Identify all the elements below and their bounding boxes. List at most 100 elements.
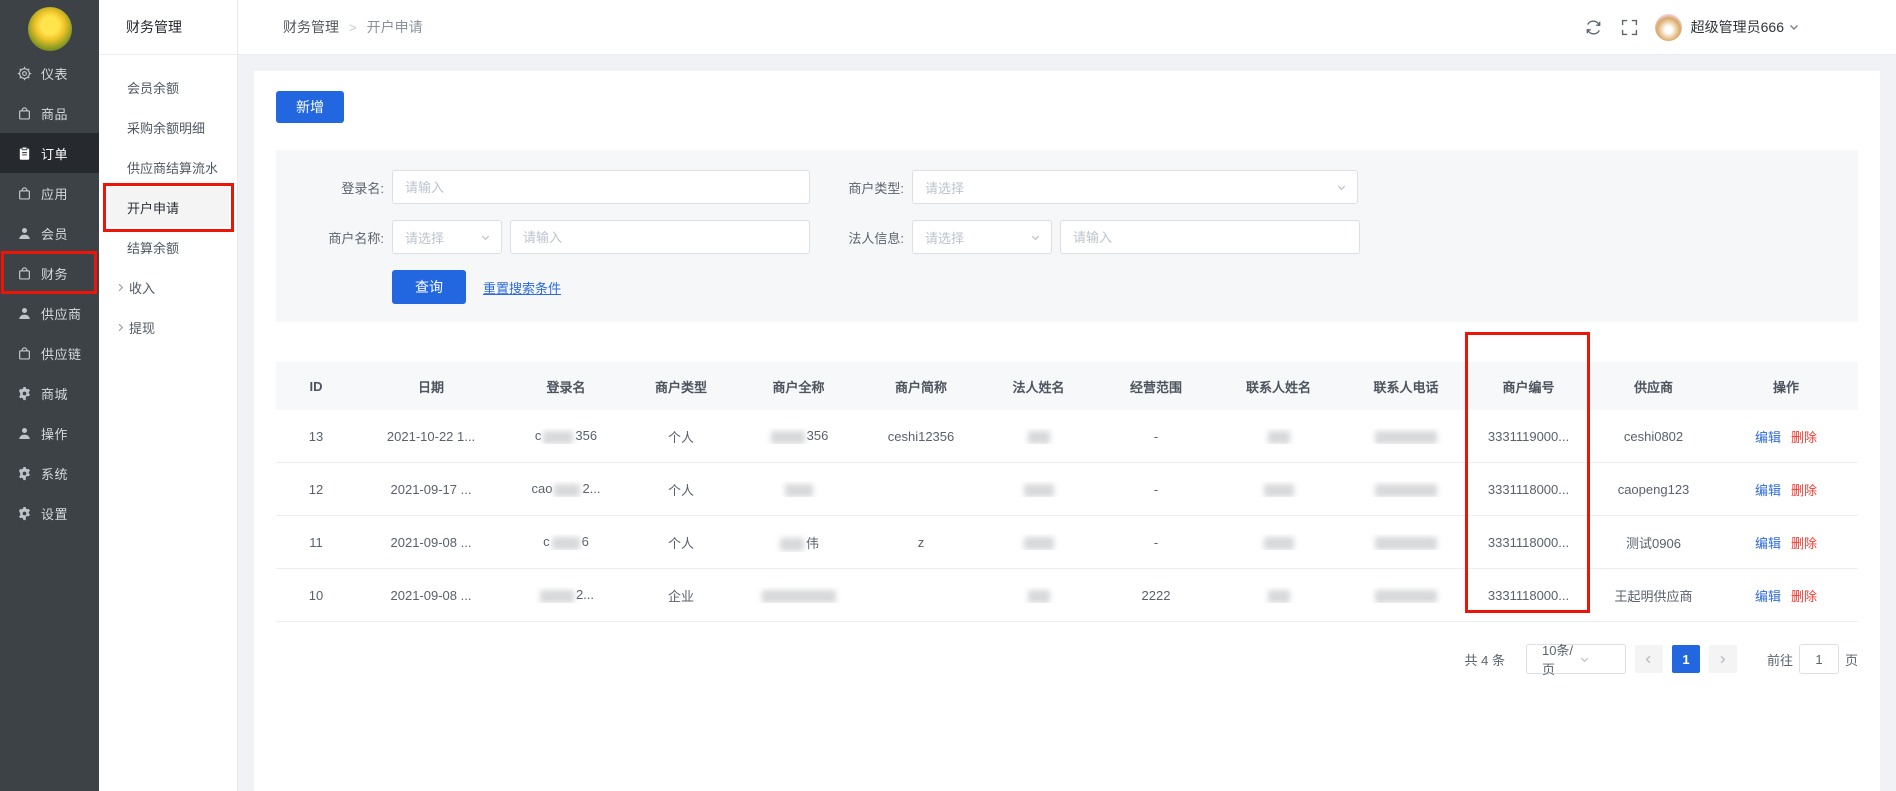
sidebar-item-suppliers[interactable]: 供应商 xyxy=(0,293,99,333)
breadcrumb-finance[interactable]: 财务管理 xyxy=(283,17,339,37)
next-page-button[interactable] xyxy=(1709,645,1737,673)
delete-link[interactable]: 删除 xyxy=(1791,483,1817,498)
table-cell xyxy=(1216,428,1341,443)
cell-text: 2021-09-08 ... xyxy=(391,588,472,603)
reset-search-link[interactable]: 重置搜索条件 xyxy=(483,278,561,297)
table-cell: 10 xyxy=(276,588,356,603)
filter-input[interactable] xyxy=(510,220,810,254)
sidebar-item-finance[interactable]: 财务 xyxy=(0,253,99,293)
sidebar-item-members[interactable]: 会员 xyxy=(0,213,99,253)
sidebar-item-supply-chain[interactable]: 供应链 xyxy=(0,333,99,373)
bag-icon xyxy=(17,266,32,281)
app-logo-avatar[interactable] xyxy=(28,7,72,51)
cell-text: - xyxy=(1154,482,1158,497)
prev-page-button[interactable] xyxy=(1635,645,1663,673)
column-header: 商户编号 xyxy=(1471,377,1586,396)
edit-link[interactable]: 编辑 xyxy=(1755,589,1781,604)
filter-input[interactable] xyxy=(1060,220,1360,254)
cell-text: 王起明供应商 xyxy=(1614,589,1692,604)
redacted-text xyxy=(540,590,574,603)
table-cell xyxy=(1216,534,1341,549)
chevron-down-icon xyxy=(1030,232,1041,243)
user-icon xyxy=(17,426,32,441)
page-size-select[interactable]: 10条/页 xyxy=(1526,644,1626,674)
gear-icon xyxy=(17,506,32,521)
table-cell: 3331118000... xyxy=(1471,588,1586,603)
user-avatar[interactable] xyxy=(1655,14,1682,41)
goto-label: 前往 xyxy=(1767,650,1793,669)
submenu-item-member-balance[interactable]: 会员余额 xyxy=(107,67,229,107)
submenu-items: 会员余额采购余额明细供应商结算流水开户申请结算余额收入提现 xyxy=(99,55,237,347)
filter-label: 登录名: xyxy=(300,178,384,197)
cell-text: 3331118000... xyxy=(1488,535,1569,550)
filter-select[interactable]: 请选择 xyxy=(912,220,1052,254)
filter-label: 法人信息: xyxy=(834,228,904,247)
bag-icon xyxy=(17,186,32,201)
sidebar-item-dashboard[interactable]: 仪表 xyxy=(0,53,99,93)
delete-link[interactable]: 删除 xyxy=(1791,536,1817,551)
cell-text: 3331119000... xyxy=(1488,429,1569,444)
table-cell: 2021-09-17 ... xyxy=(356,482,506,497)
table-cell: 伟 xyxy=(736,533,861,552)
submenu-item-purchase-balance-detail[interactable]: 采购余额明细 xyxy=(107,107,229,147)
filter-select[interactable]: 请选择 xyxy=(392,220,502,254)
chevron-down-icon xyxy=(480,232,491,243)
add-button[interactable]: 新增 xyxy=(276,91,344,123)
submenu-item-label: 供应商结算流水 xyxy=(127,158,218,177)
delete-link[interactable]: 删除 xyxy=(1791,589,1817,604)
goto-page-input[interactable] xyxy=(1799,644,1839,674)
goto-unit-label: 页 xyxy=(1845,650,1858,669)
cell-text: c xyxy=(543,534,550,549)
table-cell xyxy=(1341,534,1471,549)
sidebar-item-mall[interactable]: 商城 xyxy=(0,373,99,413)
table-cell xyxy=(981,428,1096,443)
edit-link[interactable]: 编辑 xyxy=(1755,536,1781,551)
clipboard-icon xyxy=(17,146,32,161)
cell-text: c xyxy=(535,428,542,443)
sidebar-item-settings[interactable]: 设置 xyxy=(0,493,99,533)
submenu-item-label: 采购余额明细 xyxy=(127,118,205,137)
submenu-item-withdraw[interactable]: 提现 xyxy=(107,307,229,347)
chevron-down-icon xyxy=(1579,654,1616,665)
cell-text: ceshi0802 xyxy=(1624,429,1683,444)
fullscreen-icon[interactable] xyxy=(1621,19,1638,36)
sidebar-item-operations[interactable]: 操作 xyxy=(0,413,99,453)
submenu-item-account-opening[interactable]: 开户申请 xyxy=(107,187,229,227)
page-button-1[interactable]: 1 xyxy=(1672,645,1700,673)
user-name[interactable]: 超级管理员666 xyxy=(1691,17,1784,37)
table-row: 132021-10-22 1...c356个人356ceshi12356-333… xyxy=(276,410,1858,463)
sidebar-item-apps[interactable]: 应用 xyxy=(0,173,99,213)
table-cell: 个人 xyxy=(626,427,736,446)
submenu-item-settlement-balance[interactable]: 结算余额 xyxy=(107,227,229,267)
edit-link[interactable]: 编辑 xyxy=(1755,430,1781,445)
delete-link[interactable]: 删除 xyxy=(1791,430,1817,445)
cell-text: 13 xyxy=(309,429,323,444)
submenu-item-label: 开户申请 xyxy=(127,198,179,217)
sidebar-item-label: 设置 xyxy=(41,504,68,523)
sidebar-item-system[interactable]: 系统 xyxy=(0,453,99,493)
cell-text: ceshi12356 xyxy=(888,429,955,444)
redacted-text xyxy=(1268,590,1290,603)
search-button[interactable]: 查询 xyxy=(392,270,466,304)
cell-text: 伟 xyxy=(806,536,819,551)
submenu-item-income[interactable]: 收入 xyxy=(107,267,229,307)
sidebar-item-goods[interactable]: 商品 xyxy=(0,93,99,133)
filter-select[interactable]: 请选择 xyxy=(912,170,1358,204)
redacted-text xyxy=(771,431,805,444)
table-cell xyxy=(1341,587,1471,602)
table-cell: 2... xyxy=(506,587,626,602)
edit-link[interactable]: 编辑 xyxy=(1755,483,1781,498)
table-cell xyxy=(1216,481,1341,496)
table-cell: c6 xyxy=(506,534,626,549)
sidebar-item-orders[interactable]: 订单 xyxy=(0,133,99,173)
refresh-icon[interactable] xyxy=(1585,19,1602,36)
filter-panel: 登录名:商户类型:请选择商户名称:请选择法人信息:请选择 查询 重置搜索条件 xyxy=(276,150,1858,322)
redacted-text xyxy=(1375,590,1437,603)
submenu-title: 财务管理 xyxy=(99,0,237,55)
table-cell: 13 xyxy=(276,429,356,444)
column-header: 操作 xyxy=(1721,377,1851,396)
table-cell: 3331119000... xyxy=(1471,429,1586,444)
cell-text: caopeng123 xyxy=(1618,482,1690,497)
filter-input[interactable] xyxy=(392,170,810,204)
submenu-item-supplier-settlement-flow[interactable]: 供应商结算流水 xyxy=(107,147,229,187)
